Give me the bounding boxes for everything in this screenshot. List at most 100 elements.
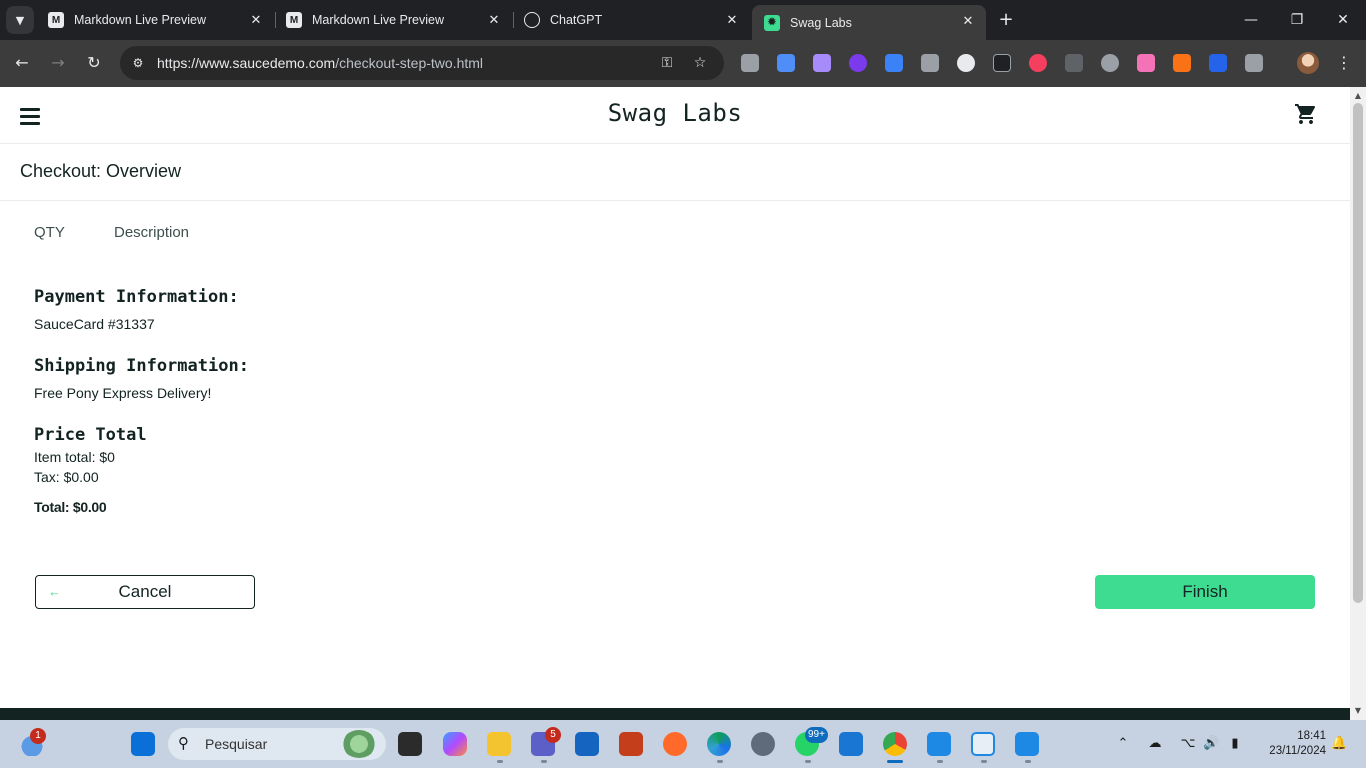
cancel-button-label: Cancel	[118, 582, 172, 601]
file-explorer-icon[interactable]	[487, 732, 511, 756]
app-running-indicator	[805, 760, 811, 763]
shopping-cart-icon[interactable]	[1294, 102, 1318, 126]
close-tab-icon[interactable]: ✕	[960, 13, 976, 29]
volume-icon[interactable]: 🔊	[1203, 736, 1219, 752]
scroll-down-icon[interactable]: ▼	[1350, 704, 1366, 718]
app-logo: Swag Labs	[607, 99, 743, 127]
password-key-icon[interactable]: ⚿	[658, 54, 676, 72]
back-icon[interactable]: ←	[11, 52, 33, 74]
notepad-icon[interactable]	[839, 732, 863, 756]
extension-icon[interactable]	[993, 54, 1011, 72]
extension-icon[interactable]	[1173, 54, 1191, 72]
search-highlight-image	[342, 730, 376, 758]
qty-column-header: QTY	[34, 224, 65, 241]
extension-icon[interactable]	[1101, 54, 1119, 72]
notification-bell-icon[interactable]: 🔔	[1331, 736, 1347, 752]
app-running-indicator	[937, 760, 943, 763]
extension-icon[interactable]	[777, 54, 795, 72]
onedrive-sync-icon[interactable]: ☁	[1147, 736, 1163, 752]
browser-toolbar: ← → ↻ ⚙ https://www.saucedemo.com/checko…	[0, 40, 1366, 87]
settings-gear-icon[interactable]	[751, 732, 775, 756]
close-window-icon[interactable]: ✕	[1320, 0, 1366, 40]
bookmark-star-icon[interactable]: ☆	[691, 54, 709, 72]
minimize-icon[interactable]: —	[1228, 0, 1274, 40]
photos-icon[interactable]	[1015, 732, 1039, 756]
extension-icon[interactable]	[813, 54, 831, 72]
extension-icon[interactable]	[921, 54, 939, 72]
tab-title: Swag Labs	[790, 15, 852, 30]
browser-menu-icon[interactable]: ⋮	[1336, 52, 1352, 74]
weather-badge: 1	[30, 728, 46, 744]
forward-icon[interactable]: →	[47, 52, 69, 74]
edge-icon[interactable]	[707, 732, 731, 756]
finish-button[interactable]: Finish	[1095, 575, 1315, 609]
price-total-label: Price Total	[34, 425, 147, 445]
markdown-m-icon: M	[48, 12, 64, 28]
extension-icon[interactable]	[741, 54, 759, 72]
app-running-indicator	[497, 760, 503, 763]
search-icon: ⚲	[178, 734, 189, 752]
browser-tab-4-active[interactable]: ✹ Swag Labs ✕	[752, 5, 986, 40]
wifi-icon[interactable]: ⌥	[1180, 736, 1196, 752]
battery-icon[interactable]: ▮	[1227, 736, 1243, 752]
back-arrow-icon: ←	[48, 584, 61, 599]
app-running-indicator	[541, 760, 547, 763]
reload-icon[interactable]: ↻	[83, 52, 105, 74]
payment-info-value: SauceCard #31337	[34, 316, 155, 332]
page-scrollbar[interactable]: ▲ ▼	[1350, 87, 1366, 720]
tab-title: Markdown Live Preview	[312, 13, 444, 27]
snipping-tool-icon[interactable]	[971, 732, 995, 756]
new-tab-icon[interactable]: +	[996, 10, 1016, 30]
profile-avatar[interactable]	[1297, 52, 1319, 74]
chrome-icon[interactable]	[883, 732, 907, 756]
windows-start-icon[interactable]	[131, 732, 155, 756]
tab-title: ChatGPT	[550, 13, 603, 27]
restore-icon[interactable]: ❐	[1274, 0, 1320, 40]
copilot-icon[interactable]	[443, 732, 467, 756]
cancel-button[interactable]: ← Cancel	[35, 575, 255, 609]
address-bar[interactable]: ⚙ https://www.saucedemo.com/checkout-ste…	[120, 46, 724, 80]
total-label: Total: $0.00	[34, 499, 107, 515]
app-running-indicator	[981, 760, 987, 763]
powerpoint-icon[interactable]	[619, 732, 643, 756]
tax-label: Tax: $0.00	[34, 469, 99, 485]
postman-icon[interactable]	[663, 732, 687, 756]
chevron-up-icon[interactable]: ⌃	[1115, 736, 1131, 752]
close-tab-icon[interactable]: ✕	[248, 12, 264, 28]
app-running-indicator	[1025, 760, 1031, 763]
finish-button-label: Finish	[1182, 582, 1228, 601]
extension-icon[interactable]	[1029, 54, 1047, 72]
primary-header: Swag Labs	[0, 87, 1350, 144]
extensions-puzzle-icon[interactable]	[1245, 54, 1263, 72]
close-tab-icon[interactable]: ✕	[724, 12, 740, 28]
taskbar-search-box[interactable]: ⚲ Pesquisar	[168, 728, 386, 760]
url-text[interactable]: https://www.saucedemo.com/checkout-step-…	[157, 55, 483, 71]
close-tab-icon[interactable]: ✕	[486, 12, 502, 28]
browser-tab-3[interactable]: ChatGPT ✕	[512, 0, 750, 40]
clock-date: 23/11/2024	[1269, 745, 1326, 757]
clock-time: 18:41	[1297, 730, 1326, 742]
site-info-icon[interactable]: ⚙	[130, 55, 146, 71]
secondary-header: Checkout: Overview	[0, 144, 1350, 201]
extension-icon[interactable]	[849, 54, 867, 72]
extension-icon[interactable]	[1065, 54, 1083, 72]
scroll-up-icon[interactable]: ▲	[1350, 89, 1366, 103]
scrollbar-thumb[interactable]	[1353, 103, 1363, 603]
shipping-info-label: Shipping Information:	[34, 356, 249, 376]
extension-icon[interactable]	[1209, 54, 1227, 72]
payment-info-label: Payment Information:	[34, 287, 239, 307]
page-title: Checkout: Overview	[20, 161, 182, 181]
url-path: /checkout-step-two.html	[335, 55, 484, 71]
task-view-icon[interactable]	[398, 732, 422, 756]
extension-icon[interactable]	[885, 54, 903, 72]
microsoft-store-icon[interactable]	[575, 732, 599, 756]
extension-icon[interactable]	[1137, 54, 1155, 72]
markdown-m-icon: M	[286, 12, 302, 28]
taskbar-clock[interactable]: 18:41 23/11/2024	[1254, 729, 1326, 759]
browser-tab-2[interactable]: M Markdown Live Preview ✕	[274, 0, 512, 40]
tab-search-button[interactable]: ▼	[6, 6, 34, 34]
vscode-icon[interactable]	[927, 732, 951, 756]
browser-tab-strip: ▼ M Markdown Live Preview ✕ M Markdown L…	[0, 0, 1366, 40]
extension-icon[interactable]	[957, 54, 975, 72]
browser-tab-1[interactable]: M Markdown Live Preview ✕	[36, 0, 274, 40]
